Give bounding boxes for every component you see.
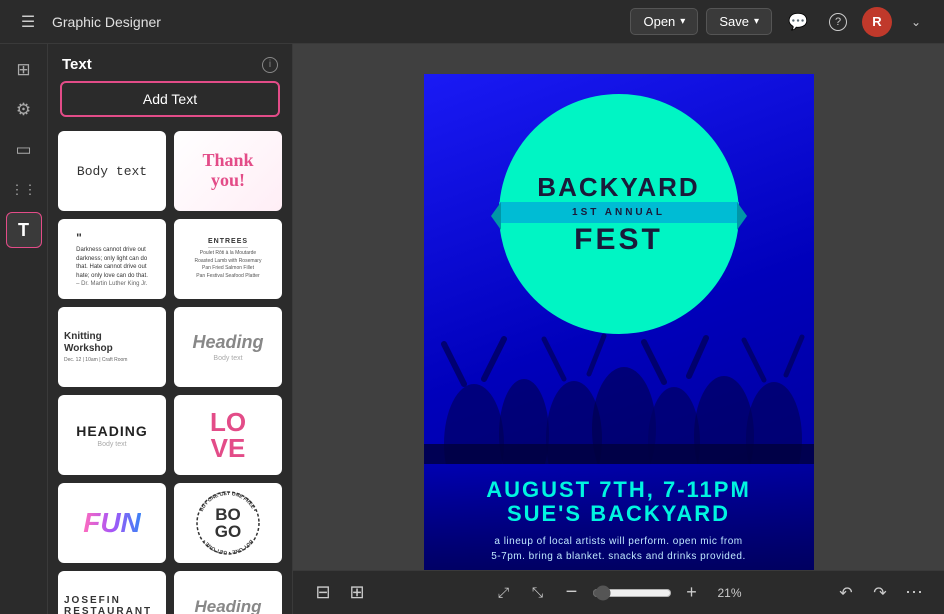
expand-button[interactable]: ⌄ [900,6,932,38]
more-button[interactable]: ⋯ [900,579,928,607]
menu-button[interactable]: ☰ [12,6,44,38]
tile-love[interactable]: LOVE [174,395,282,475]
ribbon-banner: 1ST ANNUAL [499,202,739,223]
info-icon[interactable]: i [262,57,278,73]
poster-bottom: AUGUST 7TH, 7-11PM SUE'S BACKYARD A line… [424,463,814,584]
save-chevron-icon: ▾ [754,16,759,27]
resize-icon: ⤡ [532,584,543,601]
resize-button[interactable]: ⤡ [524,579,552,607]
canvas-wrapper: BACKYARD 1ST ANNUAL [424,74,814,584]
grid-icon: ⊞ [349,582,364,603]
tile-thank-you[interactable]: Thankyou! [174,131,282,211]
open-chevron-icon: ▾ [680,16,685,27]
canvas-toolbar-left: ⊟ ⊞ [309,579,371,607]
sidebar-icon-apps[interactable]: ⋮⋮ [6,172,42,208]
event-location: SUE'S BACKYARD [442,502,796,526]
redo-button[interactable]: ↷ [866,579,894,607]
apps-icon: ⋮⋮ [11,182,37,198]
topbar-left: ☰ Graphic Designer [12,6,620,38]
layers-button[interactable]: ⊟ [309,579,337,607]
poster-background: BACKYARD 1ST ANNUAL [424,74,814,584]
zoom-in-icon: + [686,582,697,603]
undo-button[interactable]: ↶ [832,579,860,607]
tile-quote[interactable]: " Darkness cannot drive outdarkness; onl… [58,219,166,299]
icon-sidebar: ⊞ ⚙ ▭ ⋮⋮ T [0,44,48,614]
avatar[interactable]: R [862,7,892,37]
fest-text: FEST [499,225,739,255]
zoom-out-icon: − [566,581,578,604]
sidebar-icon-filters[interactable]: ⚙ [6,92,42,128]
tile-josefin[interactable]: JOSEFINRestaurant & Bar [58,571,166,614]
undo-icon: ↶ [839,583,852,603]
text-icon: T [18,220,29,241]
canvas-toolbar-right: ↶ ↷ ⋯ [832,579,928,607]
redo-icon: ↷ [873,583,886,603]
expand-icon: ⌄ [911,15,921,29]
canvas-toolbar: ⊟ ⊞ ⤢ ⤡ − + 21% [293,570,944,614]
tiles-grid: Body text Thankyou! " Darkness cannot dr… [58,131,282,614]
help-icon: ? [829,13,847,31]
filters-icon: ⚙ [16,100,31,120]
more-icon: ⋯ [905,582,923,603]
backyard-text: BACKYARD [499,174,739,200]
save-button[interactable]: Save ▾ [706,8,772,35]
topbar: ☰ Graphic Designer Open ▾ Save ▾ 💬 ? R ⌄ [0,0,944,44]
sidebar-icon-elements[interactable]: ⊞ [6,52,42,88]
text-panel: Text i Add Text Body text Thankyou! [48,44,293,614]
sidebar-icon-text[interactable]: T [6,212,42,248]
fit-button[interactable]: ⤢ [490,579,518,607]
help-button[interactable]: ? [822,6,854,38]
main-layout: ⊞ ⚙ ▭ ⋮⋮ T Text i Add Text [0,44,944,614]
tile-body-text[interactable]: Body text [58,131,166,211]
zoom-in-button[interactable]: + [678,579,706,607]
circle-container: BACKYARD 1ST ANNUAL [499,94,739,334]
event-description: A lineup of local artists will perform. … [442,534,796,564]
fit-icon: ⤢ [498,584,509,601]
elements-icon: ⊞ [16,60,30,80]
tile-heading-script[interactable]: Heading Body text [174,307,282,387]
open-button[interactable]: Open ▾ [630,8,698,35]
tile-bogo[interactable]: BUY ONE GET ONE FREE • BUY ONE • GET ONE… [174,483,282,563]
app-title: Graphic Designer [52,14,161,30]
text-tiles-scroll[interactable]: Body text Thankyou! " Darkness cannot dr… [48,127,292,614]
canvas-area: BACKYARD 1ST ANNUAL [293,44,944,614]
tile-fun[interactable]: FUN [58,483,166,563]
comment-icon: 💬 [788,12,808,32]
hamburger-icon: ☰ [21,12,35,32]
layout-icon: ▭ [15,140,31,160]
text-panel-header: Text i [48,44,292,81]
event-date: AUGUST 7TH, 7-11PM [442,478,796,502]
main-circle: BACKYARD 1ST ANNUAL [499,94,739,334]
topbar-right: 💬 ? R ⌄ [782,6,932,38]
grid-button[interactable]: ⊞ [343,579,371,607]
zoom-slider[interactable] [592,585,672,601]
zoom-out-button[interactable]: − [558,579,586,607]
tile-knitting[interactable]: KnittingWorkshop Dec. 12 | 10am | Craft … [58,307,166,387]
canvas-toolbar-center: ⤢ ⤡ − + 21% [490,579,748,607]
text-panel-title: Text [62,56,92,73]
tile-heading-bold[interactable]: HEADING Body text [58,395,166,475]
tile-menu[interactable]: Entrees Poulet Rôti à la Moutarde Roaste… [174,219,282,299]
design-canvas[interactable]: BACKYARD 1ST ANNUAL [424,74,814,584]
zoom-percentage: 21% [712,586,748,600]
add-text-button[interactable]: Add Text [60,81,280,117]
sidebar-icon-layout[interactable]: ▭ [6,132,42,168]
tile-heading-bottom[interactable]: Heading Body text [174,571,282,614]
topbar-center: Open ▾ Save ▾ [630,8,772,35]
comment-button[interactable]: 💬 [782,6,814,38]
layers-icon: ⊟ [315,582,330,603]
